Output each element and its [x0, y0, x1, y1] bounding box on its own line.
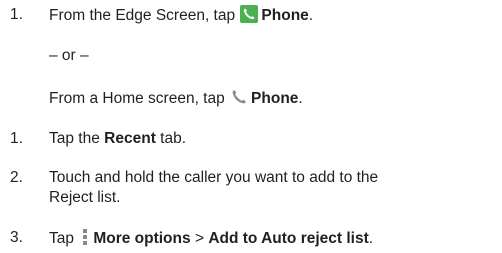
step-text-line-2: Reject list.: [49, 189, 121, 206]
step-prefix: Tap the: [49, 130, 100, 147]
step-suffix: tab.: [160, 130, 187, 147]
step-text: From a Home screen, tap Phone.: [49, 88, 303, 109]
or-text: – or –: [49, 47, 89, 64]
step-number: 3.: [10, 229, 23, 246]
separator: >: [194, 230, 204, 247]
step-text: Tap More options > Add to Auto reject li…: [49, 228, 373, 249]
more-options-label: More options: [93, 230, 191, 247]
recent-label: Recent: [104, 130, 156, 147]
phone-app-icon: [240, 5, 259, 23]
step-suffix: .: [308, 7, 314, 24]
step-prefix: From the Edge Screen, tap: [49, 7, 236, 24]
step-prefix: From a Home screen, tap: [49, 90, 225, 107]
phone-handset-icon: [230, 88, 248, 106]
phone-label: Phone: [251, 90, 299, 107]
step-suffix: .: [368, 230, 374, 247]
step-text: From the Edge Screen, tap Phone.: [49, 5, 313, 26]
step-text: Tap the Recent tab.: [49, 129, 186, 149]
more-options-icon: [81, 228, 89, 246]
step-number: 2.: [10, 169, 23, 186]
add-to-auto-reject-label: Add to Auto reject list: [208, 230, 369, 247]
step-number: 1.: [10, 6, 23, 23]
step-suffix: .: [298, 90, 303, 107]
step-prefix: Tap: [49, 230, 74, 247]
phone-label: Phone: [261, 7, 309, 24]
step-number: 1.: [10, 130, 23, 147]
step-text-line-1: Touch and hold the caller you want to ad…: [49, 169, 379, 186]
